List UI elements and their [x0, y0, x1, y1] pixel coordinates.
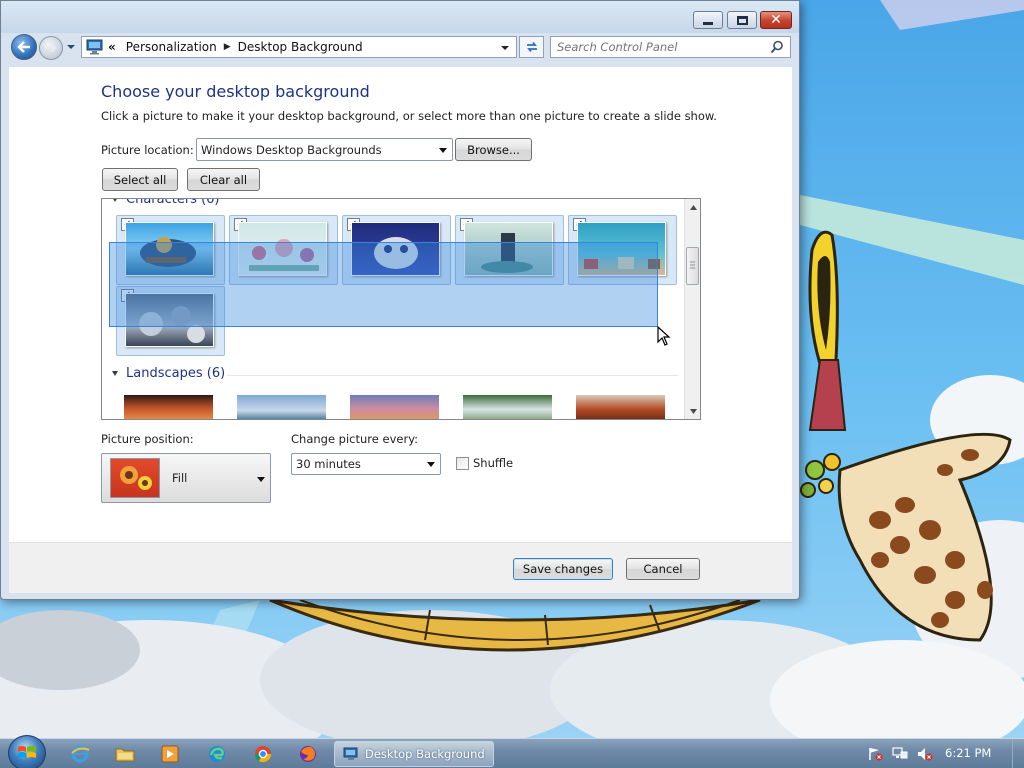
chevron-down-icon — [689, 408, 697, 414]
taskbar: Desktop Background 6:21 PM — [0, 735, 1024, 768]
cancel-button[interactable]: Cancel — [626, 558, 700, 580]
grip-icon — [690, 261, 695, 269]
group-name: Landscapes (6) — [126, 366, 226, 381]
group-header-landscapes[interactable]: Landscapes (6) — [112, 366, 225, 381]
page-title: Choose your desktop background — [101, 82, 370, 101]
forward-arrow-icon — [46, 43, 57, 53]
landscape-thumbnail[interactable] — [576, 395, 665, 419]
breadcrumb-overflow[interactable]: « — [108, 40, 116, 54]
back-arrow-icon — [17, 41, 30, 53]
vertical-scrollbar[interactable] — [684, 199, 700, 419]
collapse-triangle-icon[interactable] — [112, 371, 118, 376]
landscape-thumbnail[interactable] — [124, 395, 213, 419]
shuffle-label: Shuffle — [473, 456, 514, 470]
file-explorer-icon[interactable] — [113, 742, 137, 766]
scroll-thumb[interactable] — [686, 247, 699, 285]
edge-icon[interactable] — [205, 742, 229, 766]
scroll-up-button[interactable] — [685, 199, 700, 215]
search-input[interactable] — [551, 38, 770, 56]
group-name: Characters (6) — [126, 198, 220, 207]
chevron-down-icon — [67, 45, 75, 49]
address-dropdown-icon[interactable] — [500, 44, 510, 52]
maximize-icon — [736, 15, 748, 25]
notification-area — [862, 739, 1024, 768]
clock[interactable]: 6:21 PM — [945, 746, 991, 760]
close-button[interactable]: ✕ — [760, 11, 792, 29]
windows-logo-icon — [18, 746, 36, 758]
control-panel-icon — [343, 747, 358, 760]
forward-button[interactable] — [39, 36, 63, 60]
chevron-down-icon — [257, 477, 265, 482]
minimize-button[interactable] — [693, 11, 723, 29]
picture-position-select[interactable]: Fill — [101, 453, 271, 503]
volume-muted-icon[interactable] — [917, 747, 933, 764]
chevron-down-icon — [439, 147, 447, 153]
landscape-thumbnail[interactable] — [350, 395, 439, 419]
landscape-thumbnail[interactable] — [463, 395, 552, 419]
selection-rectangle — [109, 242, 658, 327]
change-picture-interval-select[interactable]: 30 minutes — [291, 453, 441, 475]
fill-preview-icon — [110, 458, 160, 498]
change-picture-label: Change picture every: — [291, 432, 419, 446]
breadcrumb-separator-icon[interactable]: ▶ — [224, 42, 231, 52]
scroll-down-button[interactable] — [685, 403, 700, 419]
picture-location-value: Windows Desktop Backgrounds — [201, 142, 382, 157]
select-all-button[interactable]: Select all — [102, 168, 178, 191]
page-description: Click a picture to make it your desktop … — [101, 109, 717, 123]
picture-location-label: Picture location: — [101, 143, 194, 157]
start-button[interactable] — [8, 735, 46, 768]
search-box[interactable] — [550, 36, 791, 58]
picture-position-value: Fill — [172, 471, 188, 485]
save-changes-button[interactable]: Save changes — [513, 558, 613, 580]
media-player-icon[interactable] — [158, 742, 182, 766]
picture-list[interactable]: Characters (6) ✓ ✓ ✓ — [101, 198, 701, 420]
shuffle-option[interactable]: Shuffle — [456, 456, 513, 470]
chrome-icon[interactable] — [251, 742, 275, 766]
interval-value: 30 minutes — [296, 457, 361, 471]
footer-bar: Save changes Cancel — [9, 542, 792, 593]
landscape-thumbnail[interactable] — [237, 395, 326, 419]
back-button[interactable] — [11, 34, 37, 60]
internet-explorer-icon[interactable] — [68, 742, 92, 766]
breadcrumb-personalization[interactable]: Personalization — [126, 40, 217, 54]
desktop-background-window: ✕ « Personalization ▶ Desktop Background… — [0, 0, 800, 600]
maximize-button[interactable] — [727, 11, 757, 29]
picture-location-select[interactable]: Windows Desktop Backgrounds — [196, 138, 453, 161]
chevron-down-icon — [427, 462, 435, 467]
network-icon[interactable] — [892, 747, 908, 764]
taskbar-desktop-background[interactable]: Desktop Background — [334, 741, 494, 767]
browse-button[interactable]: Browse... — [455, 138, 532, 161]
action-center-icon[interactable] — [868, 747, 884, 764]
mouse-cursor-icon — [657, 326, 671, 346]
minimize-icon — [703, 21, 713, 25]
refresh-icon — [526, 41, 537, 53]
content-pane: Choose your desktop background Click a p… — [9, 67, 792, 542]
navigation-bar: « Personalization ▶ Desktop Background — [1, 33, 799, 61]
firefox-icon[interactable] — [296, 742, 320, 766]
show-desktop-button[interactable] — [1012, 739, 1024, 768]
refresh-button[interactable] — [519, 36, 544, 58]
address-bar[interactable]: « Personalization ▶ Desktop Background — [81, 36, 517, 58]
control-panel-icon — [86, 39, 103, 55]
title-bar[interactable]: ✕ — [1, 1, 799, 33]
clear-all-button[interactable]: Clear all — [187, 168, 260, 191]
shuffle-checkbox[interactable] — [456, 456, 469, 470]
chevron-up-icon — [689, 204, 697, 210]
collapse-triangle-icon[interactable] — [112, 199, 118, 202]
group-divider — [227, 375, 678, 376]
group-header-characters[interactable]: Characters (6) — [112, 198, 220, 207]
search-icon[interactable] — [770, 40, 784, 54]
picture-position-label: Picture position: — [101, 432, 194, 446]
close-icon: ✕ — [770, 12, 782, 28]
taskbar-task-label: Desktop Background — [365, 747, 485, 761]
recent-pages-dropdown[interactable] — [66, 41, 76, 51]
breadcrumb-desktop-background[interactable]: Desktop Background — [238, 40, 363, 54]
